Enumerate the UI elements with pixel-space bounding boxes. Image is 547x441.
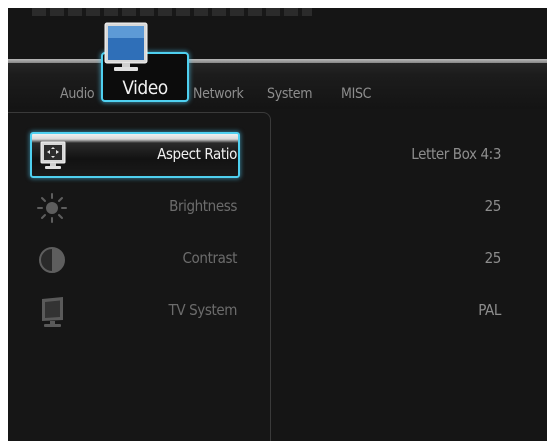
tv-icon [104,22,148,71]
tv-system-icon [42,297,63,327]
setting-label: Brightness [169,197,237,215]
setting-label: TV System [168,301,238,319]
top-strip [32,8,312,16]
tab-network[interactable]: Network [193,86,244,102]
setting-value: PAL [478,301,501,319]
setting-value: 25 [484,249,502,267]
setting-value: 25 [484,197,502,215]
setting-value: Letter Box 4:3 [411,145,501,163]
aspect-ratio-icon [40,141,66,169]
tab-audio[interactable]: Audio [60,86,95,102]
setting-row-contrast[interactable]: Contrast 25 [8,236,547,282]
tab-system[interactable]: System [267,86,312,102]
setting-row-aspect-ratio[interactable]: Aspect Ratio Letter Box 4:3 [8,132,547,178]
setting-row-tv-system[interactable]: TV System PAL [8,288,547,334]
tab-video-label: Video [122,77,168,99]
setting-label: Aspect Ratio [157,145,237,163]
brightness-icon [37,193,67,223]
tab-misc[interactable]: MISC [341,86,371,102]
settings-screen: Audio Video Network System MISC Aspect R… [8,8,547,441]
setting-row-brightness[interactable]: Brightness 25 [8,184,547,230]
setting-label: Contrast [182,249,238,267]
contrast-icon [39,247,65,273]
